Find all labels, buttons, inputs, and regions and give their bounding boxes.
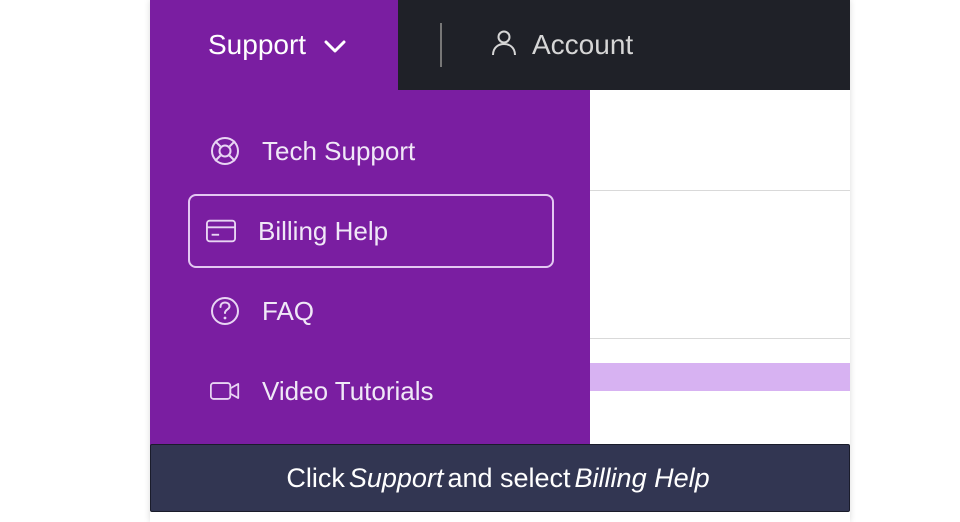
chevron-down-icon	[324, 29, 346, 61]
dropdown-item-label: Video Tutorials	[262, 376, 434, 407]
caption-text-prefix: Click	[286, 463, 345, 494]
caption-text-mid: and select	[447, 463, 570, 494]
nav-divider	[440, 23, 442, 67]
dropdown-item-label: Billing Help	[258, 216, 388, 247]
dropdown-item-video-tutorials[interactable]: Video Tutorials	[192, 354, 562, 428]
lifebuoy-icon	[210, 136, 240, 166]
person-icon	[490, 28, 532, 63]
video-icon	[210, 376, 240, 406]
caption-emphasis-2: Billing Help	[571, 463, 714, 494]
top-nav: Support Account	[150, 0, 850, 90]
dropdown-item-label: Tech Support	[262, 136, 415, 167]
dropdown-item-billing-help[interactable]: Billing Help	[188, 194, 554, 268]
caption-emphasis-1: Support	[345, 463, 448, 494]
question-circle-icon	[210, 296, 240, 326]
support-dropdown: Tech Support Billing Help FAQ Video Tuto…	[150, 90, 590, 464]
nav-support-label: Support	[208, 29, 306, 61]
nav-account[interactable]: Account	[490, 28, 633, 63]
dropdown-item-faq[interactable]: FAQ	[192, 274, 562, 348]
card-icon	[206, 216, 236, 246]
nav-support[interactable]: Support	[150, 0, 398, 90]
instruction-caption: Click Support and select Billing Help	[150, 444, 850, 512]
nav-account-label: Account	[532, 29, 633, 61]
dropdown-item-tech-support[interactable]: Tech Support	[192, 114, 562, 188]
dropdown-item-label: FAQ	[262, 296, 314, 327]
